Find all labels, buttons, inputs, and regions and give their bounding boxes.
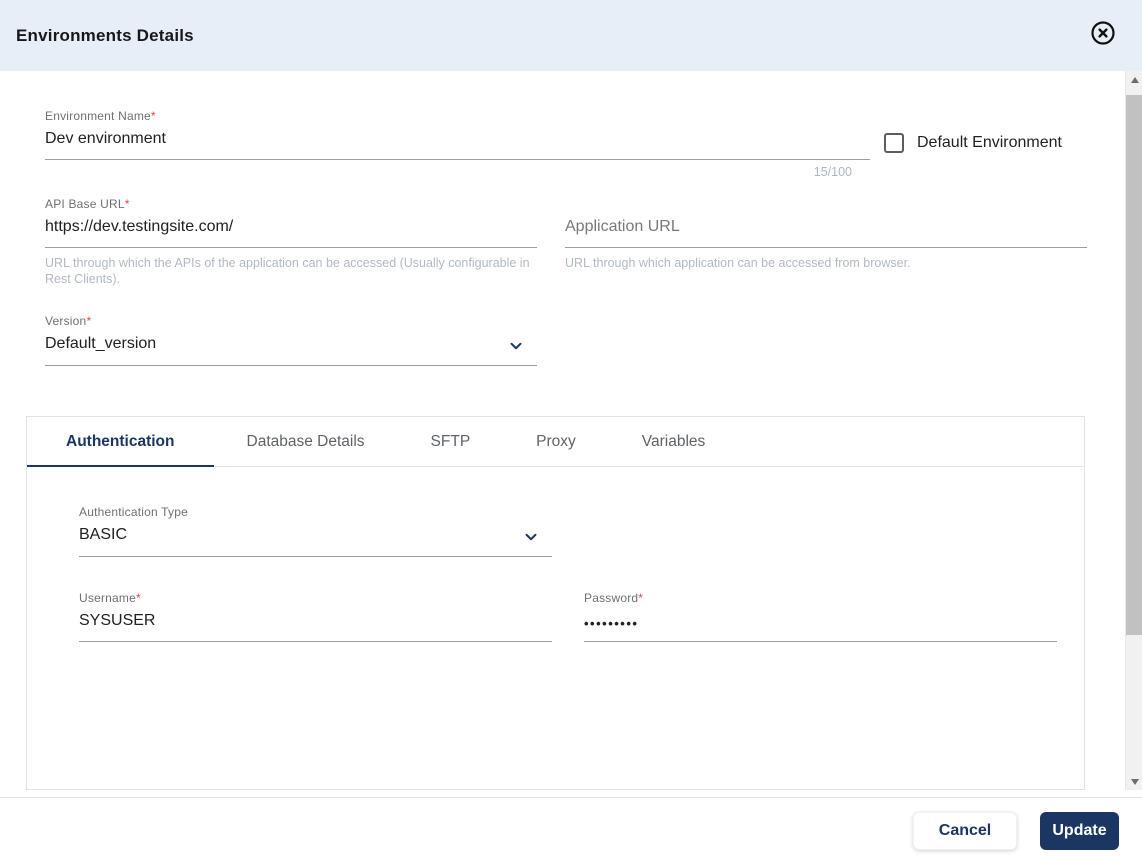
chevron-down-icon	[507, 337, 525, 360]
version-field: Version* Default_version	[45, 314, 537, 366]
required-marker: *	[150, 109, 156, 123]
tab-database-details[interactable]: Database Details	[214, 417, 398, 466]
environment-settings-card: Authentication Database Details SFTP Pro…	[26, 416, 1085, 790]
environments-details-dialog: Environments Details Environment Name* 1…	[0, 0, 1142, 857]
dialog-footer: Cancel Update	[0, 797, 1142, 857]
application-url-input[interactable]	[565, 211, 1087, 248]
page-title: Environments Details	[16, 25, 194, 45]
username-input[interactable]	[79, 605, 552, 642]
api-base-url-field: API Base URL* URL through which the APIs…	[45, 197, 537, 287]
username-label: Username*	[79, 591, 141, 605]
default-environment-label: Default Environment	[917, 134, 1062, 151]
close-icon[interactable]	[1090, 20, 1116, 46]
dialog-header: Environments Details	[0, 0, 1142, 71]
application-url-field: URL through which application can be acc…	[565, 197, 1087, 271]
required-marker: *	[124, 197, 130, 211]
chevron-down-icon	[522, 528, 540, 551]
tab-variables[interactable]: Variables	[609, 417, 738, 466]
environment-name-input[interactable]	[45, 123, 870, 160]
authentication-type-field: Authentication Type BASIC	[79, 505, 552, 557]
tab-bar: Authentication Database Details SFTP Pro…	[27, 417, 1084, 467]
password-label: Password*	[584, 591, 644, 605]
update-button[interactable]: Update	[1040, 812, 1119, 850]
authentication-type-label: Authentication Type	[79, 505, 188, 519]
tab-authentication[interactable]: Authentication	[27, 417, 214, 467]
scrollbar-up-arrow-icon[interactable]	[1126, 71, 1142, 88]
username-field: Username*	[79, 591, 552, 642]
password-input[interactable]: •••••••••	[584, 605, 1057, 642]
tab-proxy[interactable]: Proxy	[503, 417, 609, 466]
scrollbar-thumb[interactable]	[1126, 95, 1142, 635]
vertical-scrollbar[interactable]	[1125, 71, 1142, 790]
application-url-label	[565, 197, 1087, 211]
required-marker: *	[135, 591, 141, 605]
api-base-url-label: API Base URL*	[45, 197, 130, 211]
environment-name-label: Environment Name*	[45, 109, 156, 123]
version-label: Version*	[45, 314, 92, 328]
scrollbar-down-arrow-icon[interactable]	[1126, 773, 1142, 790]
default-environment-checkbox-row[interactable]: Default Environment	[884, 133, 1062, 153]
authentication-type-select[interactable]: BASIC	[79, 519, 552, 557]
tab-sftp[interactable]: SFTP	[398, 417, 504, 466]
checkbox-unchecked-icon[interactable]	[884, 133, 904, 153]
api-base-url-input[interactable]	[45, 211, 537, 248]
character-counter: 15/100	[813, 165, 852, 179]
application-url-helper-text: URL through which application can be acc…	[565, 256, 911, 270]
required-marker: *	[86, 314, 92, 328]
version-selected-value: Default_version	[45, 335, 157, 352]
api-base-url-helper-text: URL through which the APIs of the applic…	[45, 256, 530, 286]
password-field: Password* •••••••••	[584, 591, 1057, 642]
dialog-body: Environment Name* 15/100 Default Environ…	[0, 71, 1125, 797]
required-marker: *	[638, 591, 644, 605]
version-select[interactable]: Default_version	[45, 328, 537, 366]
authentication-type-selected-value: BASIC	[79, 526, 128, 543]
cancel-button[interactable]: Cancel	[913, 812, 1017, 850]
environment-name-field: Environment Name* 15/100	[45, 109, 870, 179]
